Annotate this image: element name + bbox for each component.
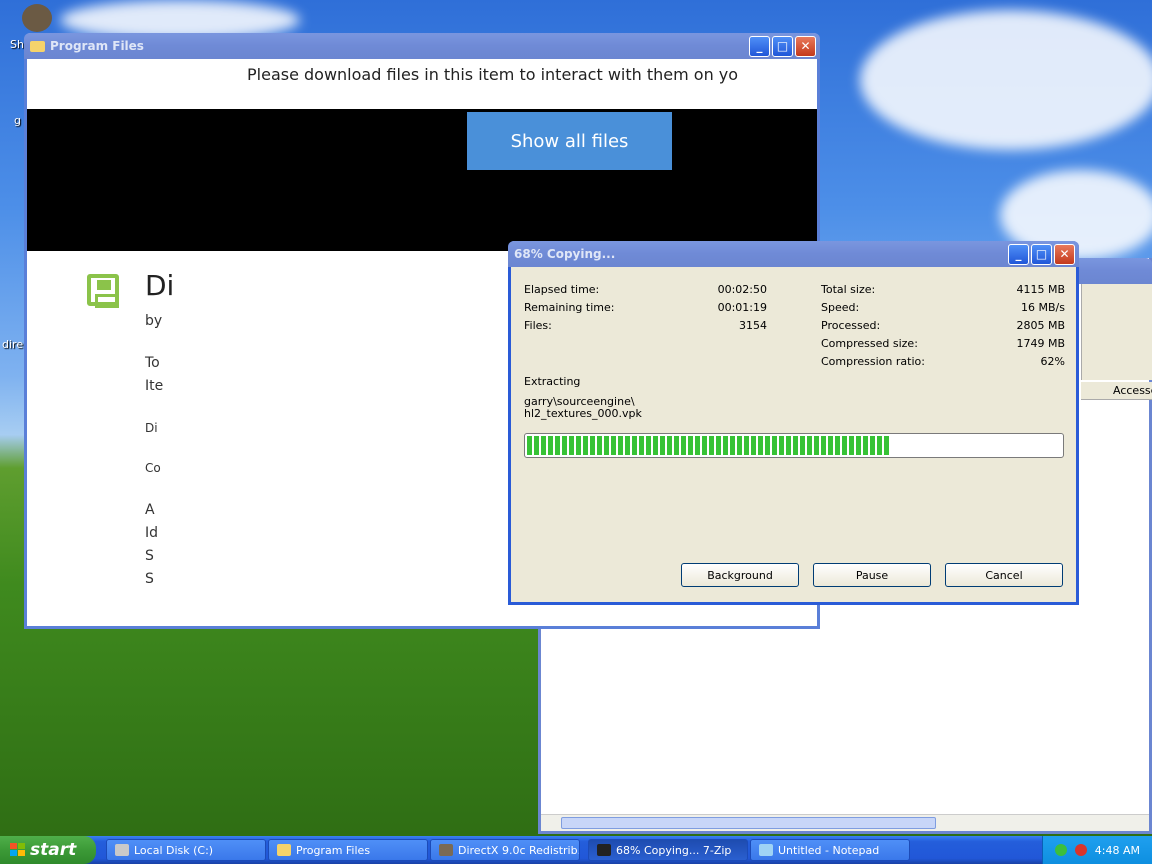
task-label: Program Files [296, 843, 371, 857]
compression-ratio-value: 62% [1040, 355, 1065, 368]
taskbar-item-notepad[interactable]: Untitled - Notepad [750, 839, 910, 861]
total-size-label: Total size: [821, 283, 876, 296]
program-files-titlebar[interactable]: Program Files _ □ ✕ [24, 33, 820, 59]
dialog-title: 68% Copying... [514, 247, 616, 261]
info-line: Di [145, 421, 158, 435]
compressed-size-label: Compressed size: [821, 337, 918, 350]
clock[interactable]: 4:48 AM [1095, 844, 1140, 857]
floppy-disk-icon [87, 274, 119, 308]
processed-label: Processed: [821, 319, 881, 332]
remaining-label: Remaining time: [524, 301, 615, 314]
show-all-files-button[interactable]: Show all files [467, 112, 672, 170]
elapsed-value: 00:02:50 [717, 283, 767, 296]
horizontal-scrollbar[interactable] [541, 814, 1149, 831]
compression-ratio-label: Compression ratio: [821, 355, 925, 368]
elapsed-label: Elapsed time: [524, 283, 600, 296]
info-line: Id [145, 525, 159, 541]
folder-icon [277, 844, 291, 856]
pause-button[interactable]: Pause [813, 563, 931, 587]
close-button[interactable]: ✕ [795, 35, 816, 57]
info-line: A [145, 502, 155, 518]
close-button[interactable]: ✕ [1054, 243, 1075, 265]
maximize-button[interactable]: □ [772, 35, 793, 57]
system-tray: 4:48 AM [1042, 836, 1152, 864]
desktop-icon-label[interactable]: Sh [10, 38, 24, 51]
7zip-icon [597, 844, 611, 856]
7zip-progress-dialog[interactable]: 68% Copying... _ □ ✕ Elapsed time: 00:02… [508, 241, 1079, 605]
explorer-pane [1081, 284, 1152, 380]
column-header-accessed[interactable]: Accesse [1081, 382, 1152, 400]
minimize-button[interactable]: _ [1008, 243, 1029, 265]
dialog-body: Elapsed time: 00:02:50 Remaining time: 0… [511, 267, 1076, 602]
files-value: 3154 [739, 319, 767, 332]
info-line: S [145, 548, 154, 564]
header-banner [27, 109, 817, 251]
minimize-button[interactable]: _ [749, 35, 770, 57]
window-title: Program Files [50, 39, 144, 53]
info-line: Ite [145, 378, 164, 394]
remaining-value: 00:01:19 [717, 301, 767, 314]
desktop-icon-label[interactable]: g [14, 114, 21, 127]
task-label: DirectX 9.0c Redistrib... [458, 843, 580, 857]
security-tray-icon[interactable] [1074, 844, 1087, 856]
notepad-icon [759, 844, 773, 856]
taskbar: start Local Disk (C:) Program Files Dire… [0, 836, 1152, 864]
start-label: start [30, 840, 77, 860]
progress-bar-fill [527, 436, 891, 455]
cancel-button[interactable]: Cancel [945, 563, 1063, 587]
notice-strip: Please download files in this item to in… [27, 59, 817, 109]
taskbar-item-local-disk[interactable]: Local Disk (C:) [106, 839, 266, 861]
start-button[interactable]: start [0, 836, 96, 864]
info-line: by [145, 313, 163, 329]
info-line: Co [145, 461, 161, 475]
raccoon-desktop-icon[interactable] [22, 4, 52, 32]
task-label: 68% Copying... 7-Zip [616, 843, 732, 857]
taskbar-item-7zip[interactable]: 68% Copying... 7-Zip [588, 839, 748, 861]
files-label: Files: [524, 319, 552, 332]
total-size-value: 4115 MB [1016, 283, 1065, 296]
compressed-size-value: 1749 MB [1016, 337, 1065, 350]
taskbar-item-program-files[interactable]: Program Files [268, 839, 428, 861]
dialog-titlebar[interactable]: 68% Copying... _ □ ✕ [508, 241, 1079, 267]
current-path-line2: hl2_textures_000.vpk [524, 407, 642, 420]
page-title: Di [145, 269, 175, 302]
maximize-button[interactable]: □ [1031, 243, 1052, 265]
operation-label: Extracting [524, 375, 581, 388]
desktop-icon-label[interactable]: dire [2, 338, 23, 351]
cloud [860, 10, 1152, 150]
processed-value: 2805 MB [1016, 319, 1065, 332]
network-tray-icon[interactable] [1054, 844, 1067, 856]
progress-bar [524, 433, 1064, 458]
background-button[interactable]: Background [681, 563, 799, 587]
speed-value: 16 MB/s [1021, 301, 1065, 314]
task-label: Untitled - Notepad [778, 843, 880, 857]
task-label: Local Disk (C:) [134, 843, 214, 857]
taskbar-item-directx[interactable]: DirectX 9.0c Redistrib... [430, 839, 580, 861]
info-line: S [145, 571, 154, 587]
download-notice: Please download files in this item to in… [247, 65, 739, 84]
drive-icon [115, 844, 129, 856]
info-line: To [145, 355, 160, 371]
speed-label: Speed: [821, 301, 860, 314]
folder-icon [30, 40, 45, 52]
windows-logo-icon [10, 843, 26, 857]
scrollbar-thumb[interactable] [561, 817, 936, 829]
installer-icon [439, 844, 453, 856]
